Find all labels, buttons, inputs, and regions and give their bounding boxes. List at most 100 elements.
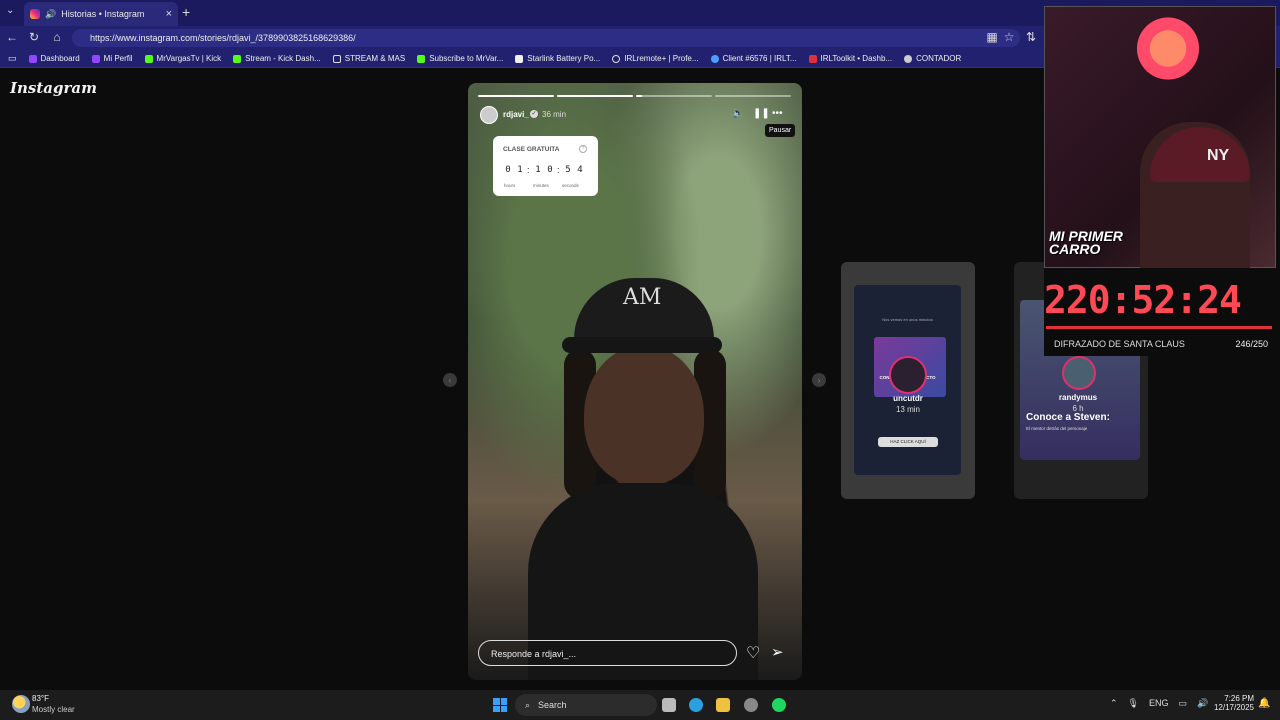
like-heart-icon[interactable]: ♡ [746, 643, 760, 663]
cam-caption: MI PRIMER CARRO [1049, 229, 1123, 257]
app-icon[interactable] [744, 698, 758, 712]
story-progress-segment [636, 95, 712, 97]
tab-instagram[interactable]: 🔊 Historias • Instagram × [24, 2, 178, 26]
person-face [584, 345, 704, 485]
story-username[interactable]: rdjavi_ [503, 110, 529, 119]
timer-value: 220:52:24 [1044, 278, 1242, 322]
mute-icon[interactable]: 🔈 [732, 108, 744, 119]
send-icon[interactable]: ➢ [771, 643, 784, 661]
back-icon[interactable]: ← [4, 30, 20, 44]
next-story-arrow-icon[interactable]: › [812, 373, 826, 387]
cap-brim [562, 337, 722, 353]
story-user-name: randymus [1058, 393, 1098, 402]
instagram-logo[interactable]: Instagram [10, 79, 97, 97]
next-story-card[interactable]: Nos vemos en unos minutos CONTENIDO DE I… [841, 262, 975, 499]
bookmark-subscribe[interactable]: Subscribe to MrVar... [417, 54, 503, 63]
new-tab-icon[interactable]: + [182, 4, 190, 20]
subathon-timer: 220:52:24 DIFRAZADO DE SANTA CLAUS 246/2… [1044, 268, 1276, 356]
weather-icon[interactable] [12, 695, 30, 713]
help-icon[interactable]: ? [579, 145, 587, 153]
bookmark-stream-kick[interactable]: Stream - Kick Dash... [233, 54, 321, 63]
close-tab-icon[interactable]: × [166, 8, 172, 20]
weather-temp[interactable]: 83°F [32, 694, 49, 703]
volume-icon[interactable]: 🔊 [1197, 698, 1208, 709]
cap-logo: AM [623, 285, 662, 310]
pause-icon[interactable]: ❚❚ [753, 108, 770, 119]
bookmark-client[interactable]: Client #6576 | IRLT... [710, 54, 797, 63]
bookmark-starlink[interactable]: Starlink Battery Po... [515, 54, 600, 63]
url-input[interactable]: https://www.instagram.com/stories/rdjavi… [72, 29, 1020, 47]
app-icon[interactable]: ▦ [984, 30, 1000, 44]
story-time: 6 h [1072, 404, 1084, 413]
preview-subtitle: El mentor detrás del personaje [1026, 426, 1088, 431]
story-progress-segment [715, 95, 791, 97]
bookmark-folder-stream[interactable]: STREAM & MAS [332, 54, 405, 63]
preview-caption: Nos vemos en unos minutos [882, 317, 933, 322]
countdown-colon: : [527, 165, 530, 175]
countdown-digit: 1 [535, 165, 541, 175]
story-avatar-ring [889, 356, 927, 394]
unit-label: seconds [562, 183, 579, 188]
story-progress-segment [478, 95, 554, 97]
instagram-favicon-icon [30, 9, 40, 19]
edge-browser-icon[interactable] [689, 698, 703, 712]
clock-date: 12/17/2025 [1213, 703, 1254, 712]
weather-description[interactable]: Mostly clear [32, 705, 75, 714]
clock[interactable]: 7:26 PM 12/17/2025 [1212, 694, 1254, 712]
goal-count: 246/250 [1235, 339, 1268, 349]
cam-caption-line: CARRO [1049, 241, 1101, 257]
webcam-overlay: NY MI PRIMER CARRO [1044, 6, 1276, 272]
bookmark-contador[interactable]: CONTADOR [904, 54, 961, 63]
neon-sign-icon [1133, 11, 1203, 86]
chevron-up-icon[interactable]: ⌃ [1110, 698, 1118, 709]
countdown-digit: 0 [547, 165, 553, 175]
countdown-digit: 5 [565, 165, 571, 175]
clock-time: 7:26 PM [1224, 694, 1254, 703]
network-icon[interactable]: ▭ [1179, 698, 1188, 709]
microphone-icon[interactable]: 🎙 [1128, 698, 1139, 709]
bookmark-irlremote[interactable]: IRLremote+ | Profe... [612, 54, 699, 63]
previous-story-arrow-icon[interactable]: ‹ [443, 373, 457, 387]
preview-cta: HAZ CLICK AQUÍ [878, 437, 938, 447]
tab-list-chevron-icon[interactable]: ⌄ [6, 5, 14, 16]
story-user-name: uncutdr [893, 394, 923, 403]
notifications-icon[interactable]: 🔔 [1258, 698, 1270, 709]
unit-label: minutes [533, 183, 549, 188]
countdown-sticker[interactable]: CLASE GRATUITA ? 0 1 : 1 0 : 5 4 hours m… [493, 136, 598, 196]
start-button-icon[interactable] [493, 698, 507, 712]
language-indicator[interactable]: ENG [1149, 698, 1169, 709]
extensions-icon[interactable]: ⇅ [1023, 30, 1039, 44]
task-view-icon[interactable] [662, 698, 676, 712]
windows-taskbar: 83°F Mostly clear ⌕ Search ⌃ 🎙 ENG ▭ 🔊 7:… [0, 690, 1280, 720]
countdown-digit: 4 [577, 165, 583, 175]
favorite-star-icon[interactable]: ☆ [1001, 30, 1017, 44]
reload-icon[interactable]: ↻ [26, 30, 42, 44]
system-tray: ⌃ 🎙 ENG ▭ 🔊 [1110, 698, 1208, 709]
tab-title: Historias • Instagram [61, 9, 145, 19]
url-text: https://www.instagram.com/stories/rdjavi… [90, 33, 356, 43]
more-options-icon[interactable]: ••• [772, 108, 783, 119]
reply-input[interactable]: Responde a rdjavi_... [478, 640, 737, 666]
verified-badge-icon: ✓ [530, 110, 538, 118]
timer-bar [1046, 326, 1272, 329]
bookmark-kick[interactable]: MrVargasTv | Kick [144, 54, 221, 63]
countdown-digit: 0 [505, 165, 511, 175]
cap-logo: NY [1207, 147, 1230, 164]
bookmark-irltoolkit[interactable]: IRLToolkit • Dashb... [808, 54, 892, 63]
sidebar-toggle-icon[interactable]: ▭ [8, 53, 17, 64]
file-explorer-icon[interactable] [716, 698, 730, 712]
sticker-title: CLASE GRATUITA [503, 146, 560, 153]
speaker-icon[interactable]: 🔊 [45, 9, 56, 20]
spotify-icon[interactable] [772, 698, 786, 712]
home-icon[interactable]: ⌂ [49, 30, 65, 44]
countdown-colon: : [557, 165, 560, 175]
pause-tooltip: Pausar [765, 124, 796, 137]
bookmark-mi-perfil[interactable]: Mi Perfil [91, 54, 133, 63]
bookmark-dashboard[interactable]: Dashboard [28, 54, 80, 63]
search-icon: ⌕ [525, 699, 531, 710]
story-timestamp: 36 min [542, 110, 567, 119]
story-avatar[interactable] [480, 106, 498, 124]
search-label: Search [538, 700, 567, 710]
story-viewer[interactable]: AM rdjavi_ ✓ 36 min 🔈 ❚❚ ••• Pausar CLAS… [468, 83, 802, 680]
taskbar-search[interactable]: ⌕ Search [515, 694, 657, 716]
